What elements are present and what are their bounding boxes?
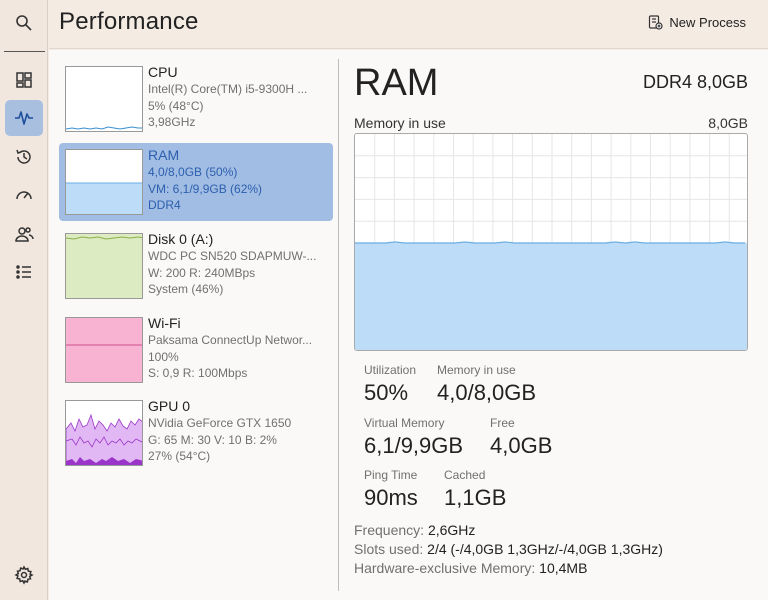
- device-name: Disk 0 (A:): [148, 231, 214, 247]
- device-item-cpu[interactable]: CPU Intel(R) Core(TM) i5-9300H ... 5% (4…: [59, 60, 333, 138]
- header-bar: Performance New Process: [49, 0, 768, 49]
- history-icon: [16, 149, 31, 164]
- stat-label: Cached: [444, 468, 486, 482]
- dashboard-icon: [16, 72, 32, 88]
- info-value: 2/4 (-/4,0GB 1,3GHz/-/4,0GB 1,3GHz): [427, 541, 663, 557]
- device-line-2: VM: 6,1/9,9GB (62%): [148, 181, 263, 196]
- device-name: RAM: [148, 147, 180, 163]
- info-label: Hardware-exclusive Memory:: [354, 560, 536, 576]
- users-button[interactable]: [5, 216, 43, 252]
- device-line-3: 3,98GHz: [148, 115, 196, 129]
- hardware-memory-info: Hardware-exclusive Memory: 10,4MB: [354, 560, 587, 576]
- stat-value: 90ms: [364, 485, 418, 510]
- device-line-1: WDC PC SN520 SDAPMUW-...: [148, 249, 317, 263]
- gauge-icon: [16, 191, 32, 200]
- memory-usage-graph: [354, 133, 748, 351]
- device-line-3: 27% (54°C): [148, 449, 211, 463]
- search-button[interactable]: [5, 5, 43, 41]
- performance-button[interactable]: [5, 100, 43, 136]
- device-name: Wi-Fi: [148, 315, 181, 331]
- gpu-thumbnail-graph: [65, 400, 143, 466]
- stat-value: 1,1GB: [444, 485, 507, 510]
- device-line-1: NVidia GeForce GTX 1650: [148, 416, 292, 430]
- device-item-disk[interactable]: Disk 0 (A:) WDC PC SN520 SDAPMUW-... W: …: [59, 227, 333, 305]
- app-history-button[interactable]: [5, 139, 43, 175]
- info-label: Frequency:: [354, 522, 425, 538]
- ram-detail-panel: RAM DDR4 8,0GB Memory in use 8,0GB Utili…: [354, 50, 754, 600]
- cpu-thumbnail-graph: [65, 66, 143, 132]
- new-process-icon: [649, 15, 664, 30]
- search-icon: [16, 15, 32, 31]
- info-label: Slots used:: [354, 541, 424, 557]
- device-line-3: DDR4: [148, 198, 181, 212]
- device-line-3: S: 0,9 R: 100Mbps: [148, 366, 248, 380]
- stat-value: 4,0/8,0GB: [437, 380, 537, 405]
- device-line-1: 4,0/8,0GB (50%): [148, 165, 238, 179]
- virtual-memory-stat: Virtual Memory 6,1/9,9GB: [364, 416, 463, 459]
- device-line-2: G: 65 M: 30 V: 10 B: 2%: [148, 432, 277, 447]
- device-item-ram[interactable]: RAM 4,0/8,0GB (50%) VM: 6,1/9,9GB (62%) …: [59, 143, 333, 221]
- panel-divider: [338, 59, 339, 591]
- stat-label: Utilization: [364, 363, 417, 377]
- device-line-2: 5% (48°C): [148, 98, 204, 113]
- device-line-1: Paksama ConnectUp Networ...: [148, 333, 313, 347]
- settings-button[interactable]: [5, 557, 43, 593]
- stat-label: Free: [490, 416, 515, 430]
- new-process-label: New Process: [669, 14, 746, 30]
- memory-type: DDR4 8,0GB: [642, 72, 748, 92]
- graph-label: Memory in use: [354, 115, 446, 131]
- rail-divider: [4, 51, 45, 52]
- disk-thumbnail-graph: [65, 233, 143, 299]
- slots-info: Slots used: 2/4 (-/4,0GB 1,3GHz/-/4,0GB …: [354, 541, 663, 557]
- stat-label: Virtual Memory: [364, 416, 445, 430]
- ping-time-stat: Ping Time 90ms: [364, 468, 418, 511]
- device-name: CPU: [148, 64, 178, 80]
- memory-usage-line: [355, 241, 745, 244]
- details-button[interactable]: [5, 254, 43, 290]
- info-value: 2,6GHz: [427, 522, 476, 538]
- startup-apps-button[interactable]: [5, 177, 43, 213]
- stat-value: 50%: [364, 380, 409, 405]
- memory-usage-fill: [355, 243, 747, 350]
- main-panel: CPU Intel(R) Core(TM) i5-9300H ... 5% (4…: [49, 50, 768, 600]
- free-memory-stat: Free 4,0GB: [490, 416, 552, 459]
- device-line-1: Intel(R) Core(TM) i5-9300H ...: [148, 82, 308, 96]
- graph-max-label: 8,0GB: [708, 115, 748, 131]
- settings-icon: [14, 565, 34, 585]
- processes-button[interactable]: [5, 62, 43, 98]
- memory-in-use-stat: Memory in use 4,0/8,0GB: [437, 363, 536, 406]
- page-title: Performance: [59, 8, 199, 35]
- stat-label: Ping Time: [364, 468, 418, 482]
- utilization-stat: Utilization 50%: [364, 363, 416, 406]
- list-icon: [16, 265, 31, 279]
- stat-label: Memory in use: [437, 363, 516, 377]
- cached-stat: Cached 1,1GB: [444, 468, 506, 511]
- stat-value: 6,1/9,9GB: [364, 433, 464, 458]
- device-line-2: 100%: [148, 349, 179, 364]
- device-item-gpu[interactable]: GPU 0 NVidia GeForce GTX 1650 G: 65 M: 3…: [59, 394, 333, 472]
- ram-thumbnail-graph: [65, 149, 143, 215]
- stat-value: 4,0GB: [490, 433, 553, 458]
- device-line-2: W: 200 R: 240MBps: [148, 265, 256, 280]
- users-icon: [15, 227, 34, 242]
- device-item-wifi[interactable]: Wi-Fi Paksama ConnectUp Networ... 100% S…: [59, 311, 333, 389]
- device-list: CPU Intel(R) Core(TM) i5-9300H ... 5% (4…: [49, 50, 339, 600]
- detail-title: RAM: [354, 62, 439, 104]
- device-line-3: System (46%): [148, 282, 224, 296]
- nav-rail: [0, 0, 48, 600]
- wifi-thumbnail-graph: [65, 317, 143, 383]
- info-value: 10,4MB: [539, 560, 588, 576]
- frequency-info: Frequency: 2,6GHz: [354, 522, 475, 538]
- device-name: GPU 0: [148, 398, 191, 414]
- performance-icon: [15, 111, 33, 125]
- new-process-button[interactable]: New Process: [647, 14, 746, 30]
